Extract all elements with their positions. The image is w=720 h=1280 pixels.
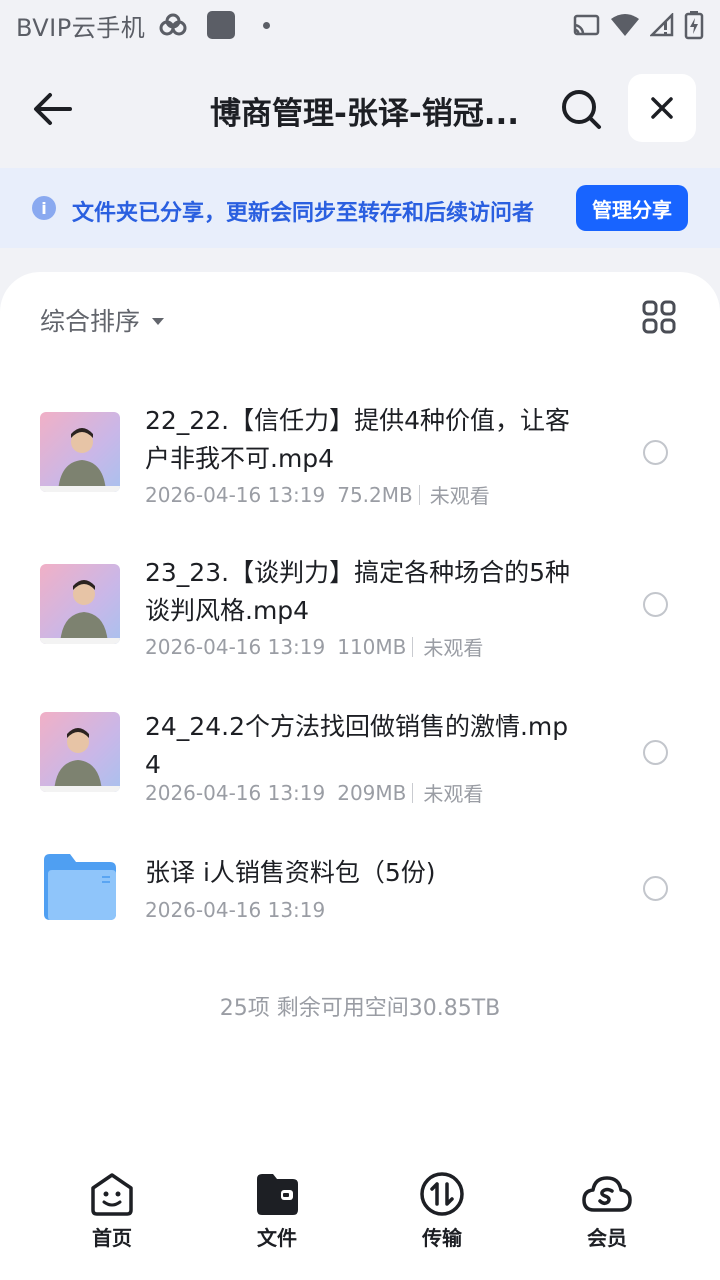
dot-icon — [263, 21, 271, 29]
info-icon: i — [32, 196, 56, 220]
cast-icon — [573, 14, 600, 36]
folder-meta: 2026-04-16 13:19 — [145, 898, 325, 922]
cloud-link-icon — [159, 13, 187, 36]
select-radio[interactable] — [643, 740, 668, 765]
share-notice-text: 文件夹已分享，更新会同步至转存和后续访问者 — [72, 201, 535, 226]
grid-view-icon — [642, 300, 676, 334]
meta-divider — [418, 484, 420, 505]
file-size: 75.2MB — [337, 482, 413, 507]
tab-vip[interactable]: 会员 — [552, 1170, 662, 1251]
storage-summary: 25项 剩余可用空间30.85TB — [219, 996, 501, 1021]
close-icon — [651, 97, 673, 119]
caret-down-icon — [152, 317, 165, 325]
status-bar: BVIP云手机 — [0, 0, 720, 50]
grid-view-button[interactable] — [642, 300, 676, 334]
meta-divider — [412, 782, 414, 803]
file-meta: 2026-04-16 13:19 110MB 未观看 — [145, 632, 483, 661]
file-name: 23_23.【谈判力】搞定各种场合的5种谈判风格.mp4 — [145, 558, 570, 625]
file-row[interactable]: 23_23.【谈判力】搞定各种场合的5种谈判风格.mp4 2026-04-16 … — [0, 552, 720, 672]
file-meta: 2026-04-16 13:19 75.2MB 未观看 — [145, 480, 490, 509]
back-button[interactable] — [30, 86, 76, 132]
folder-row[interactable]: 张译 i人销售资料包（5份) 2026-04-16 13:19 — [0, 844, 720, 944]
video-thumbnail — [40, 712, 120, 792]
wifi-icon — [611, 14, 639, 36]
transfer-icon — [420, 1172, 464, 1216]
file-row[interactable]: 22_22.【信任力】提供4种价值，让客户非我不可.mp4 2026-04-16… — [0, 400, 720, 520]
folder-name: 张译 i人销售资料包（5份) — [145, 858, 436, 887]
tab-label: 会员 — [587, 1226, 627, 1250]
close-button[interactable] — [628, 74, 696, 142]
tab-label: 文件 — [257, 1226, 297, 1250]
tab-transfer[interactable]: 传输 — [387, 1170, 497, 1251]
file-date: 2026-04-16 13:19 — [145, 634, 326, 659]
folder-wallet-icon — [257, 1174, 298, 1215]
video-thumbnail — [40, 564, 120, 644]
meta-divider — [412, 636, 414, 657]
file-name: 22_22.【信任力】提供4种价值，让客户非我不可.mp4 — [145, 406, 570, 473]
file-size: 209MB — [337, 780, 407, 805]
file-list-panel: 综合排序 22_22.【信任力】提供4种价值，让客户非我不可.mp4 2026-… — [0, 272, 720, 1280]
select-radio[interactable] — [643, 592, 668, 617]
file-name: 24_24.2个方法找回做销售的激情.mp4 — [145, 712, 569, 779]
file-date: 2026-04-16 13:19 — [145, 482, 326, 507]
arrow-left-icon — [34, 93, 72, 125]
tab-label: 传输 — [422, 1226, 462, 1250]
file-date: 2026-04-16 13:19 — [145, 780, 326, 805]
file-meta: 2026-04-16 13:19 209MB 未观看 — [145, 778, 483, 807]
app-square-icon — [207, 11, 236, 39]
manage-share-button[interactable]: 管理分享 — [576, 185, 688, 231]
watch-status: 未观看 — [429, 484, 490, 508]
file-size: 110MB — [337, 634, 407, 659]
folder-date: 2026-04-16 13:19 — [145, 898, 326, 922]
folder-icon — [44, 854, 116, 920]
home-face-icon — [91, 1173, 133, 1216]
signal-icon — [650, 13, 674, 37]
bottom-tab-bar: 首页 文件 传输 会员 — [0, 1170, 720, 1280]
status-app-name: BVIP云手机 — [16, 13, 146, 42]
page-title: 博商管理-张译-销冠... — [210, 96, 520, 132]
watch-status: 未观看 — [423, 782, 484, 806]
tab-home[interactable]: 首页 — [57, 1170, 167, 1251]
share-notice-bar: i 文件夹已分享，更新会同步至转存和后续访问者 管理分享 — [0, 168, 720, 248]
tab-label: 首页 — [92, 1226, 132, 1250]
video-thumbnail — [40, 412, 120, 492]
search-button[interactable] — [558, 86, 604, 132]
watch-status: 未观看 — [423, 636, 484, 660]
header: 博商管理-张译-销冠... — [0, 50, 720, 168]
sort-label: 综合排序 — [40, 307, 141, 336]
battery-charging-icon — [684, 11, 704, 40]
select-radio[interactable] — [643, 440, 668, 465]
tab-files[interactable]: 文件 — [222, 1170, 332, 1251]
vip-cloud-icon — [582, 1176, 632, 1212]
file-row[interactable]: 24_24.2个方法找回做销售的激情.mp4 2026-04-16 13:19 … — [0, 702, 720, 822]
sort-dropdown[interactable]: 综合排序 — [40, 302, 165, 338]
search-icon — [562, 90, 601, 129]
select-radio[interactable] — [643, 876, 668, 901]
